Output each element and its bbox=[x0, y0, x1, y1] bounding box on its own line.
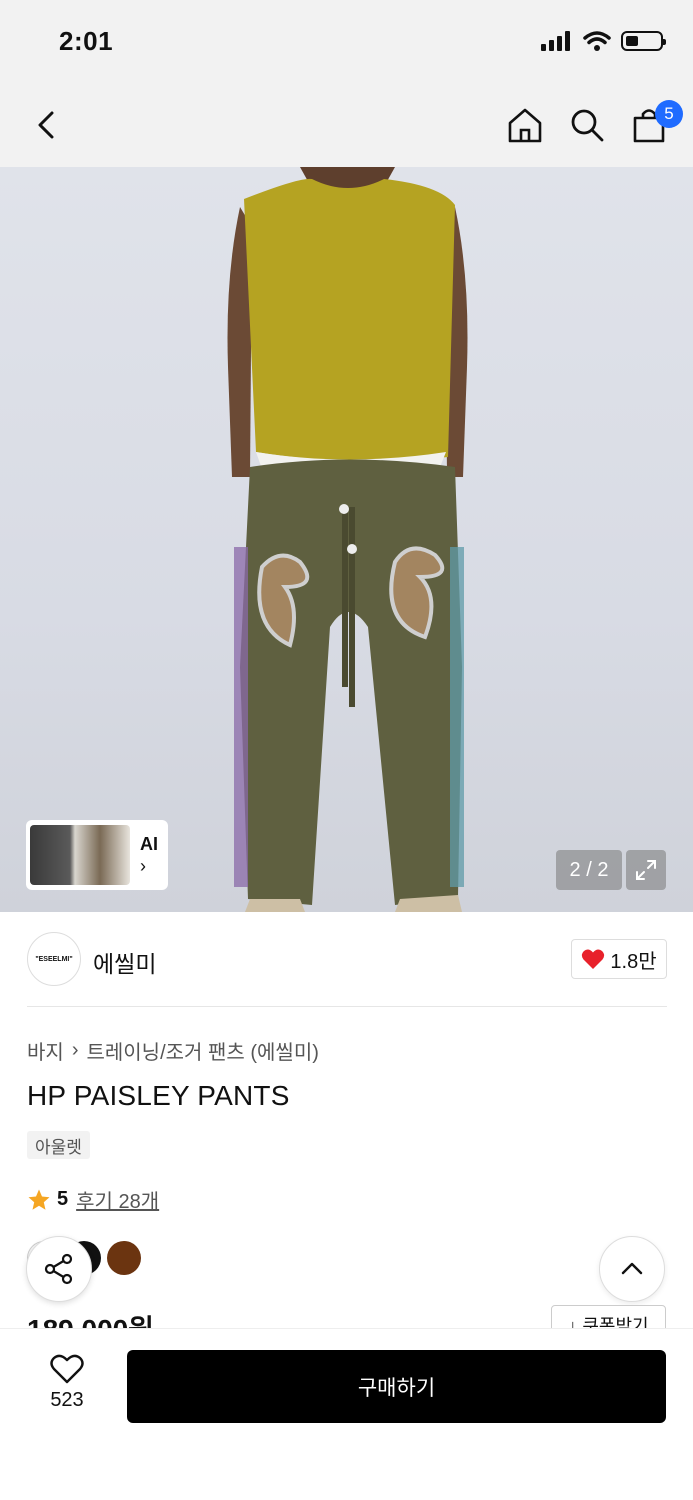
status-time: 2:01 bbox=[59, 26, 114, 56]
cart-button[interactable]: 5 bbox=[629, 100, 683, 145]
rating-score: 5 bbox=[57, 1188, 69, 1210]
ai-similar-button[interactable]: AI › bbox=[26, 820, 168, 890]
divider bbox=[27, 1006, 667, 1007]
chevron-right-icon: › bbox=[140, 856, 146, 876]
brand-name[interactable]: 에씰미 bbox=[93, 945, 156, 979]
wishlist-count: 523 bbox=[50, 1389, 84, 1411]
buy-button[interactable]: 구매하기 bbox=[127, 1350, 666, 1423]
expand-button[interactable] bbox=[626, 850, 666, 890]
breadcrumb: 바지 › 트레이닝/조거 팬츠 (에씰미) bbox=[27, 1036, 319, 1065]
cart-count-badge: 5 bbox=[655, 100, 683, 128]
brand-like-count: 1.8만 bbox=[610, 950, 657, 973]
search-icon[interactable] bbox=[567, 105, 607, 145]
product-image[interactable]: AI › 2 / 2 bbox=[0, 167, 693, 912]
similar-thumbnail bbox=[30, 825, 130, 885]
share-icon bbox=[44, 1253, 73, 1285]
chevron-right-icon: › bbox=[71, 1039, 79, 1061]
nav-bar: 5 bbox=[0, 85, 693, 167]
scroll-top-button[interactable] bbox=[599, 1236, 665, 1302]
nav-actions: 5 bbox=[505, 100, 683, 145]
star-icon bbox=[28, 1189, 50, 1210]
chevron-up-icon bbox=[621, 1262, 643, 1275]
home-icon[interactable] bbox=[505, 105, 545, 145]
outlet-tag: 아울렛 bbox=[27, 1131, 90, 1159]
ai-label: AI bbox=[140, 834, 158, 854]
ai-label-wrap: AI › bbox=[130, 833, 158, 877]
model-photo bbox=[227, 167, 468, 912]
heart-filled-icon bbox=[582, 949, 605, 969]
brand-row[interactable]: "ESEELMI" 에씰미 1.8만 bbox=[27, 932, 667, 986]
review-link[interactable]: 후기 28개 bbox=[76, 1185, 159, 1214]
status-bar: 2:01 bbox=[0, 0, 693, 85]
breadcrumb-item-category[interactable]: 트레이닝/조거 팬츠 (에씰미) bbox=[86, 1036, 318, 1065]
expand-icon bbox=[636, 860, 656, 880]
image-page-indicator: 2 / 2 bbox=[556, 850, 622, 890]
signal-icon bbox=[541, 31, 570, 51]
back-icon[interactable] bbox=[30, 105, 66, 145]
wifi-icon bbox=[583, 31, 611, 51]
status-icons bbox=[541, 30, 666, 52]
wishlist-button[interactable]: 523 bbox=[27, 1353, 107, 1412]
battery-icon bbox=[621, 31, 666, 51]
brand-logo[interactable]: "ESEELMI" bbox=[27, 932, 81, 986]
color-swatch-brown[interactable] bbox=[107, 1241, 141, 1275]
bottom-action-bar: 523 구매하기 bbox=[0, 1328, 693, 1500]
product-title: HP PAISLEY PANTS bbox=[27, 1080, 290, 1111]
heart-outline-icon bbox=[50, 1354, 84, 1384]
brand-like-button[interactable]: 1.8만 bbox=[571, 939, 667, 979]
share-button[interactable] bbox=[26, 1236, 92, 1302]
rating: 5 후기 28개 bbox=[27, 1185, 159, 1214]
breadcrumb-item-pants[interactable]: 바지 bbox=[27, 1036, 64, 1065]
